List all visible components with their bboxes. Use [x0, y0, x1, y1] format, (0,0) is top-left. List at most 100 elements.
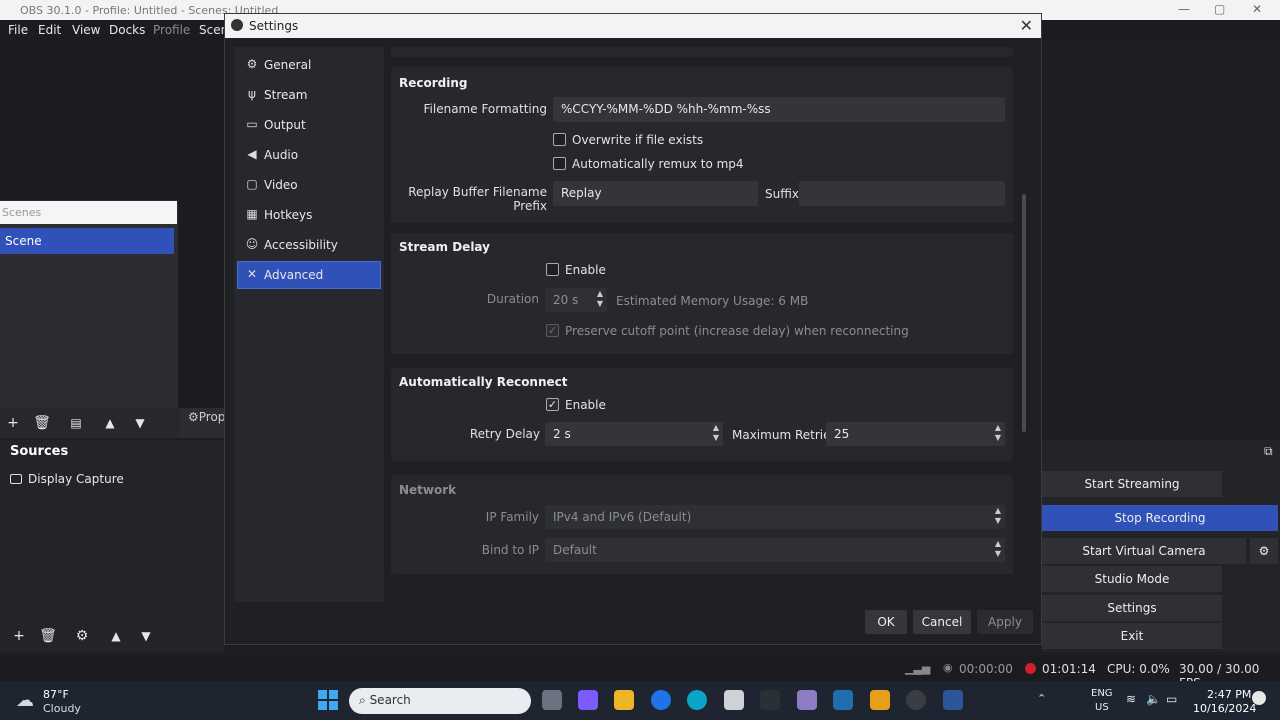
stream-delay-enable-checkbox[interactable] — [546, 263, 559, 276]
stream-delay-enable-label: Enable — [565, 263, 606, 277]
file-explorer-icon[interactable] — [614, 690, 634, 710]
windows-start-icon[interactable] — [318, 690, 338, 710]
exit-button[interactable]: Exit — [1042, 623, 1222, 649]
nav-general[interactable]: ⚙ General — [238, 52, 380, 78]
nav-audio[interactable]: ◀ Audio — [238, 142, 380, 168]
preserve-cutoff-label: Preserve cutoff point (increase delay) w… — [565, 324, 909, 338]
copilot-icon[interactable] — [578, 690, 598, 710]
minimize-button[interactable]: — — [1178, 2, 1190, 16]
source-list-item[interactable]: Display Capture — [10, 472, 124, 486]
stream-time: 00:00:00 — [959, 662, 1013, 676]
nav-advanced[interactable]: ✕ Advanced — [237, 261, 381, 289]
wifi-icon[interactable]: ≋ — [1126, 692, 1136, 706]
wrench-icon: ✕ — [246, 267, 258, 281]
cancel-button[interactable]: Cancel — [913, 610, 971, 634]
nav-output[interactable]: ▭ Output — [238, 112, 380, 138]
zalo-icon[interactable] — [651, 690, 671, 710]
menu-file[interactable]: File — [8, 23, 28, 37]
duration-spinbox[interactable]: 20 s ▲ ▼ — [545, 288, 607, 312]
ip-family-select[interactable]: IPv4 and IPv6 (Default) ▲ ▼ — [545, 505, 1005, 529]
spin-arrows-icon[interactable]: ▲ ▼ — [995, 423, 1001, 443]
undock-icon[interactable]: ⧉ — [1264, 444, 1273, 459]
move-down-icon[interactable]: ▼ — [136, 626, 156, 646]
spin-arrows-icon[interactable]: ▲ ▼ — [713, 423, 719, 443]
replay-prefix-input[interactable]: Replay — [553, 181, 758, 206]
max-retries-spinbox[interactable]: 25 ▲ ▼ — [826, 422, 1005, 446]
previous-group-edge — [391, 47, 1013, 57]
monitor-icon: ▭ — [246, 117, 258, 131]
move-down-icon[interactable]: ▼ — [130, 413, 150, 433]
menu-view[interactable]: View — [72, 23, 100, 37]
settings-button[interactable]: Settings — [1042, 595, 1222, 621]
chevron-up-icon[interactable]: ⌃ — [1037, 692, 1046, 705]
start-virtual-camera-button[interactable]: Start Virtual Camera — [1042, 538, 1246, 564]
battery-icon[interactable]: ▭ — [1166, 692, 1177, 706]
ok-button[interactable]: OK — [865, 610, 907, 634]
nav-accessibility[interactable]: ☺ Accessibility — [238, 232, 380, 258]
weather-desc: Cloudy — [43, 702, 81, 715]
trash-icon[interactable]: 🗑 — [38, 626, 58, 646]
clock-date: 10/16/2024 — [1193, 702, 1257, 715]
remux-checkbox[interactable] — [553, 157, 566, 170]
duration-label: Duration — [486, 292, 539, 306]
edge-icon[interactable] — [687, 690, 707, 710]
taskbar-search[interactable]: ⌕ Search — [349, 688, 531, 714]
spin-arrows-icon[interactable]: ▲ ▼ — [597, 289, 603, 309]
scene-list-item[interactable]: Scene — [0, 228, 174, 254]
apply-button[interactable]: Apply — [977, 610, 1033, 634]
menu-edit[interactable]: Edit — [38, 23, 61, 37]
dropdown-arrows-icon: ▲ ▼ — [994, 539, 1001, 558]
overwrite-checkbox[interactable] — [553, 133, 566, 146]
menu-docks[interactable]: Docks — [109, 23, 145, 37]
controls-panel: ⧉ Start Streaming Stop Recording Start V… — [1042, 440, 1280, 652]
add-source-icon[interactable]: + — [9, 626, 29, 646]
nav-stream[interactable]: ψ Stream — [238, 82, 380, 108]
monitor-icon — [10, 474, 22, 484]
task-view-icon[interactable] — [542, 690, 562, 710]
suffix-input[interactable] — [799, 181, 1005, 206]
virtual-camera-settings-button[interactable]: ⚙ — [1250, 538, 1278, 564]
settings-content: Recording Filename Formatting %CCYY-%MM-… — [391, 47, 1027, 574]
gear-icon[interactable]: ⚙ — [72, 626, 92, 646]
region: US — [1095, 702, 1109, 713]
retry-delay-label: Retry Delay — [469, 427, 540, 441]
close-icon[interactable]: ✕ — [1020, 16, 1033, 35]
content-scrollbar[interactable] — [1022, 194, 1026, 432]
obs-taskbar-icon[interactable] — [906, 690, 926, 710]
filter-icon[interactable]: ▤ — [66, 413, 86, 433]
app-icon-yellow[interactable] — [870, 690, 890, 710]
filename-formatting-input[interactable]: %CCYY-%MM-%DD %hh-%mm-%ss — [553, 97, 1005, 122]
add-scene-icon[interactable]: + — [3, 413, 23, 433]
properties-tab[interactable]: ⚙Prop — [180, 408, 225, 438]
maximize-button[interactable]: ▢ — [1214, 2, 1225, 16]
stop-recording-button[interactable]: Stop Recording — [1042, 505, 1278, 531]
stream-icon: ◉ — [943, 661, 953, 674]
move-up-icon[interactable]: ▲ — [106, 626, 126, 646]
notification-icon[interactable] — [1252, 691, 1266, 705]
app-icon-blue[interactable] — [833, 690, 853, 710]
obs-logo-icon — [231, 19, 243, 31]
app-icon[interactable] — [724, 690, 744, 710]
move-up-icon[interactable]: ▲ — [100, 413, 120, 433]
cpu-usage: CPU: 0.0% — [1107, 662, 1170, 676]
start-streaming-button[interactable]: Start Streaming — [1042, 471, 1222, 497]
close-window-button[interactable]: ✕ — [1252, 2, 1262, 16]
word-icon[interactable] — [943, 690, 963, 710]
studio-mode-button[interactable]: Studio Mode — [1042, 566, 1222, 592]
volume-icon[interactable]: 🔈 — [1146, 692, 1161, 706]
app-icon-dark[interactable] — [760, 690, 780, 710]
trash-icon[interactable]: 🗑 — [32, 413, 52, 433]
gear-icon: ⚙ — [1258, 544, 1270, 558]
stream-delay-title: Stream Delay — [399, 240, 490, 254]
language[interactable]: ENG — [1091, 688, 1113, 699]
clock-time[interactable]: 2:47 PM — [1207, 688, 1251, 701]
retry-delay-spinbox[interactable]: 2 s ▲ ▼ — [545, 422, 723, 446]
nav-video[interactable]: ▢ Video — [238, 172, 380, 198]
bind-ip-select[interactable]: Default ▲ ▼ — [545, 538, 1005, 562]
calculator-icon[interactable] — [797, 690, 817, 710]
menu-profile[interactable]: Profile — [153, 23, 190, 37]
nav-hotkeys[interactable]: ▦ Hotkeys — [238, 202, 380, 228]
recording-group: Recording Filename Formatting %CCYY-%MM-… — [391, 67, 1013, 223]
preserve-cutoff-checkbox[interactable]: ✓ — [546, 324, 559, 337]
reconnect-enable-checkbox[interactable]: ✓ — [546, 398, 559, 411]
